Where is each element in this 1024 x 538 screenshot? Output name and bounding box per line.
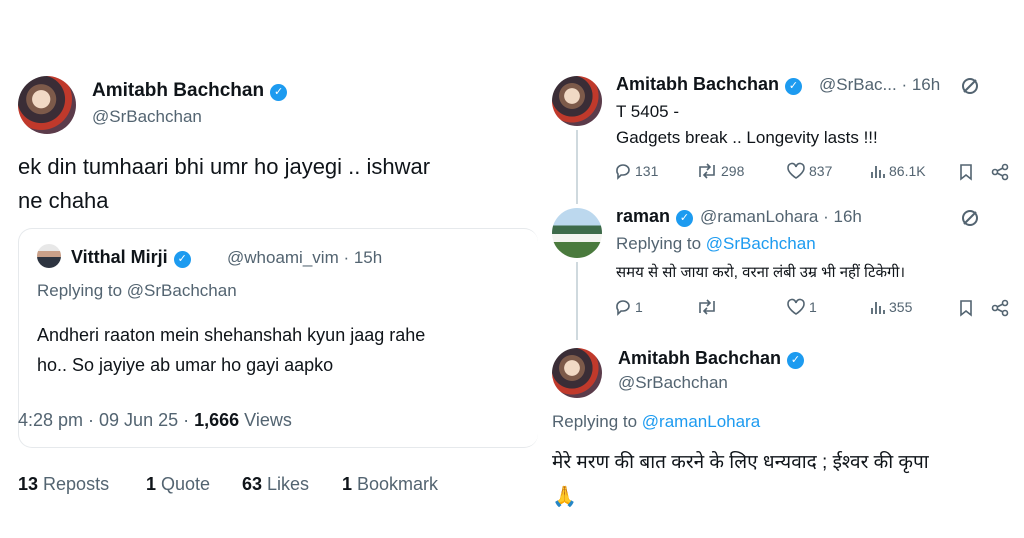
- verified-badge-icon: ✓: [787, 352, 805, 369]
- views-stat[interactable]: 355: [870, 298, 912, 316]
- avatar[interactable]: [552, 348, 602, 398]
- author-handle[interactable]: @SrBachchan: [618, 373, 728, 393]
- thread-line: [576, 262, 578, 340]
- tweet-timestamp[interactable]: 4:28 pm · 09 Jun 25 · 1,666 Views: [18, 410, 292, 431]
- like-button[interactable]: 837: [786, 162, 832, 180]
- share-icon[interactable]: [990, 299, 1010, 317]
- author-name[interactable]: Amitabh Bachchan ✓: [92, 80, 288, 102]
- tweet-text: समय से सो जाया करो, वरना लंबी उम्र भी नह…: [616, 264, 906, 281]
- author-handle-time[interactable]: @SrBac... · 16h: [819, 75, 940, 95]
- reply-button[interactable]: 131: [614, 162, 658, 180]
- avatar[interactable]: [37, 244, 61, 268]
- quoted-text: ho.. So jayiye ab umar ho gayi aapko: [37, 355, 334, 375]
- repost-button[interactable]: [696, 298, 721, 316]
- verified-badge-icon: ✓: [785, 78, 803, 95]
- reply-icon: [616, 164, 630, 180]
- tweet-text: ne chaha: [18, 188, 109, 213]
- reply-handle-link[interactable]: @ramanLohara: [642, 412, 760, 431]
- quotes-stat[interactable]: 1 Quote: [146, 474, 210, 495]
- reply-handle-link[interactable]: @SrBachchan: [127, 281, 237, 300]
- quoted-text: Andheri raaton mein shehanshah kyun jaag…: [37, 325, 426, 345]
- bookmark-icon[interactable]: [958, 163, 974, 181]
- bookmarks-stat[interactable]: 1 Bookmark: [342, 474, 438, 495]
- reply-icon: [616, 300, 630, 316]
- author-name[interactable]: Amitabh Bachchan ✓: [616, 74, 803, 95]
- verified-badge-icon: ✓: [676, 210, 694, 227]
- avatar[interactable]: [552, 208, 602, 258]
- folded-hands-icon: 🙏: [552, 486, 577, 508]
- grok-icon[interactable]: [960, 208, 980, 228]
- share-icon[interactable]: [990, 163, 1010, 181]
- verified-badge-icon: ✓: [270, 84, 288, 101]
- grok-icon[interactable]: [960, 76, 980, 96]
- heart-icon: [787, 298, 805, 315]
- likes-stat[interactable]: 63 Likes: [242, 474, 309, 495]
- quoted-author-name[interactable]: Vitthal Mirji ✓: [71, 247, 191, 268]
- heart-icon: [787, 162, 805, 179]
- author-handle-time[interactable]: @ramanLohara · 16h: [700, 207, 862, 227]
- avatar[interactable]: [18, 76, 76, 134]
- replying-to: Replying to @ramanLohara: [552, 412, 761, 431]
- reposts-stat[interactable]: 13 Reposts: [18, 474, 109, 495]
- bookmark-icon[interactable]: [958, 299, 974, 317]
- repost-icon: [699, 299, 715, 315]
- thread-line: [576, 130, 578, 204]
- right-thread-panel: Amitabh Bachchan ✓ @SrBac... · 16h T 5405…: [540, 60, 1024, 538]
- replying-to: Replying to @SrBachchan: [616, 234, 816, 253]
- tweet-text: ek din tumhaari bhi umr ho jayegi .. ish…: [18, 154, 431, 179]
- views-icon: [871, 302, 885, 314]
- replying-to: Replying to @SrBachchan: [37, 281, 237, 300]
- repost-button[interactable]: 298: [696, 162, 744, 180]
- author-name[interactable]: Amitabh Bachchan ✓: [618, 348, 805, 369]
- views-stat[interactable]: 86.1K: [870, 162, 926, 180]
- quoted-handle-time[interactable]: @whoami_vim · 15h: [227, 248, 382, 268]
- reply-button[interactable]: 1: [614, 298, 643, 316]
- tweet-text: मेरे मरण की बात करने के लिए धन्यवाद ; ईश…: [552, 452, 929, 473]
- author-handle[interactable]: @SrBachchan: [92, 107, 202, 127]
- tweet-text: T 5405 -: [616, 102, 680, 121]
- tweet-text: Gadgets break .. Longevity lasts !!!: [616, 128, 878, 147]
- repost-icon: [699, 163, 715, 179]
- author-name[interactable]: raman ✓: [616, 206, 694, 227]
- views-icon: [871, 166, 885, 178]
- left-tweet-panel: Amitabh Bachchan ✓ @SrBachchan ek din tum…: [0, 60, 540, 538]
- verified-badge-icon: ✓: [173, 251, 191, 268]
- avatar[interactable]: [552, 76, 602, 126]
- like-button[interactable]: 1: [786, 298, 817, 316]
- reply-handle-link[interactable]: @SrBachchan: [706, 234, 816, 253]
